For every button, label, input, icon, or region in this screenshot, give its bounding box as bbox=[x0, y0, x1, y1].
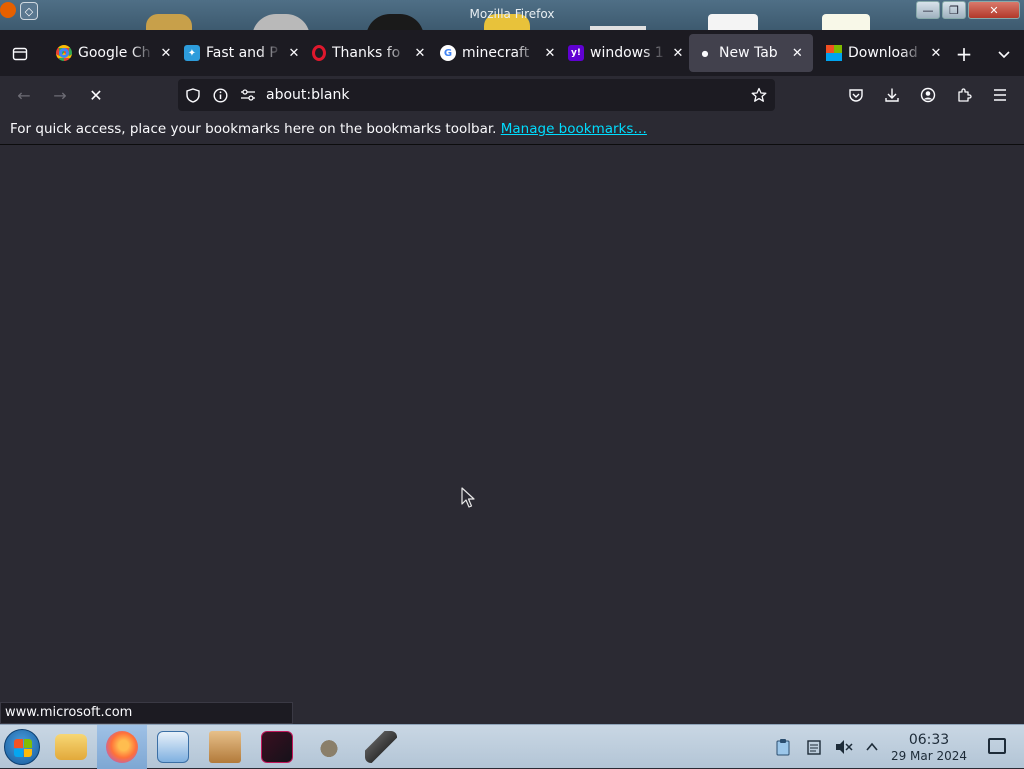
tab-close-icon[interactable]: ✕ bbox=[928, 45, 944, 61]
hamburger-menu-icon[interactable] bbox=[988, 83, 1012, 107]
status-link-preview: www.microsoft.com bbox=[0, 702, 293, 724]
window-titlebar: ◇ Mozilla Firefox — ❐ ✕ bbox=[0, 0, 1024, 30]
bookmark-star-icon[interactable] bbox=[751, 87, 767, 103]
pocket-icon[interactable] bbox=[844, 83, 868, 107]
stop-loading-icon[interactable]: ✕ bbox=[84, 83, 108, 107]
tab-windows[interactable]: y! windows 1 ✕ bbox=[560, 34, 694, 72]
tab-thanks[interactable]: Thanks fo ✕ bbox=[304, 34, 436, 72]
bookmarks-toolbar: For quick access, place your bookmarks h… bbox=[0, 114, 1024, 145]
tab-label: New Tab bbox=[719, 45, 778, 61]
shield-icon[interactable] bbox=[185, 87, 201, 103]
tab-close-icon[interactable]: ✕ bbox=[670, 45, 686, 61]
taskbar-control-panel[interactable] bbox=[148, 725, 198, 769]
tab-close-icon[interactable]: ✕ bbox=[412, 45, 428, 61]
clock-date: 29 Mar 2024 bbox=[890, 749, 968, 763]
taskbar-firefox[interactable] bbox=[97, 725, 147, 769]
tab-close-icon[interactable]: ✕ bbox=[542, 45, 558, 61]
tab-label: windows 1 bbox=[590, 45, 664, 61]
loading-dot-icon: ● bbox=[701, 48, 709, 58]
tab-close-icon[interactable]: ✕ bbox=[286, 45, 302, 61]
close-window-button[interactable]: ✕ bbox=[968, 1, 1020, 19]
package-icon bbox=[209, 731, 241, 763]
tab-close-icon[interactable]: ✕ bbox=[158, 45, 174, 61]
taskbar-package-manager[interactable] bbox=[200, 725, 250, 769]
mouse-cursor-icon bbox=[461, 487, 475, 508]
window-title: Mozilla Firefox bbox=[469, 7, 555, 21]
tab-fast-and[interactable]: ✦ Fast and P ✕ bbox=[176, 34, 310, 72]
windows-logo-icon bbox=[14, 739, 32, 757]
tab-label: Google Ch bbox=[78, 45, 151, 61]
tab-strip: Google Ch ✕ ✦ Fast and P ✕ Thanks fo ✕ G… bbox=[0, 30, 1024, 76]
manage-bookmarks-link[interactable]: Manage bookmarks… bbox=[501, 121, 647, 137]
url-input[interactable]: about:blank bbox=[266, 87, 349, 103]
clipboard-tray-icon[interactable] bbox=[774, 738, 792, 756]
folder-icon bbox=[55, 734, 87, 760]
chrome-icon bbox=[56, 45, 72, 61]
bird-icon: ✦ bbox=[184, 45, 200, 61]
minimize-button[interactable]: — bbox=[916, 1, 940, 19]
downloads-icon[interactable] bbox=[880, 83, 904, 107]
new-tab-plus-icon[interactable]: + bbox=[952, 42, 976, 66]
extensions-icon[interactable] bbox=[952, 83, 976, 107]
firefox-view-icon[interactable] bbox=[8, 42, 32, 66]
google-icon: G bbox=[440, 45, 456, 61]
taskbar: 06:33 29 Mar 2024 bbox=[0, 724, 1024, 769]
volume-muted-icon[interactable] bbox=[835, 738, 853, 756]
notes-tray-icon[interactable] bbox=[805, 738, 823, 756]
account-icon[interactable] bbox=[916, 83, 940, 107]
tab-label: minecraft bbox=[462, 45, 530, 61]
tab-minecraft[interactable]: G minecraft ✕ bbox=[432, 34, 566, 72]
opera-icon bbox=[312, 45, 326, 61]
back-arrow-icon[interactable]: ← bbox=[12, 83, 36, 107]
taskbar-usb[interactable] bbox=[356, 725, 406, 769]
tab-new-tab[interactable]: ● New Tab ✕ bbox=[689, 34, 813, 72]
clock[interactable]: 06:33 29 Mar 2024 bbox=[888, 732, 970, 764]
tab-close-icon[interactable]: ✕ bbox=[790, 45, 805, 61]
tab-label: Fast and P bbox=[206, 45, 278, 61]
chevron-down-icon[interactable] bbox=[992, 42, 1016, 66]
tab-download[interactable]: Download ✕ bbox=[818, 34, 952, 72]
control-panel-icon bbox=[157, 731, 189, 763]
taskbar-editor[interactable] bbox=[252, 725, 302, 769]
tab-google-chrome[interactable]: Google Ch ✕ bbox=[48, 34, 182, 72]
tab-label: Thanks fo bbox=[332, 45, 401, 61]
page-content[interactable] bbox=[0, 145, 1024, 724]
maximize-button[interactable]: ❐ bbox=[942, 1, 966, 19]
bookmarks-hint-text: For quick access, place your bookmarks h… bbox=[10, 121, 497, 137]
url-bar[interactable]: about:blank bbox=[178, 79, 775, 111]
taskbar-gimp[interactable] bbox=[304, 725, 354, 769]
info-icon[interactable] bbox=[212, 87, 228, 103]
clock-time: 06:33 bbox=[908, 732, 950, 748]
yahoo-icon: y! bbox=[568, 45, 584, 61]
usb-drive-icon bbox=[365, 731, 397, 763]
editor-icon bbox=[261, 731, 293, 763]
microsoft-icon bbox=[826, 45, 842, 61]
firefox-icon bbox=[106, 731, 138, 763]
show-desktop-icon[interactable] bbox=[988, 738, 1006, 754]
tab-label: Download bbox=[848, 45, 918, 61]
taskbar-file-manager[interactable] bbox=[46, 725, 96, 769]
gimp-icon bbox=[313, 731, 345, 763]
permissions-icon[interactable] bbox=[240, 87, 256, 103]
start-button[interactable] bbox=[4, 729, 40, 765]
forward-arrow-icon[interactable]: → bbox=[48, 83, 72, 107]
navigation-toolbar: ← → ✕ about:blank bbox=[0, 76, 1024, 114]
chevron-up-icon[interactable] bbox=[863, 738, 881, 756]
